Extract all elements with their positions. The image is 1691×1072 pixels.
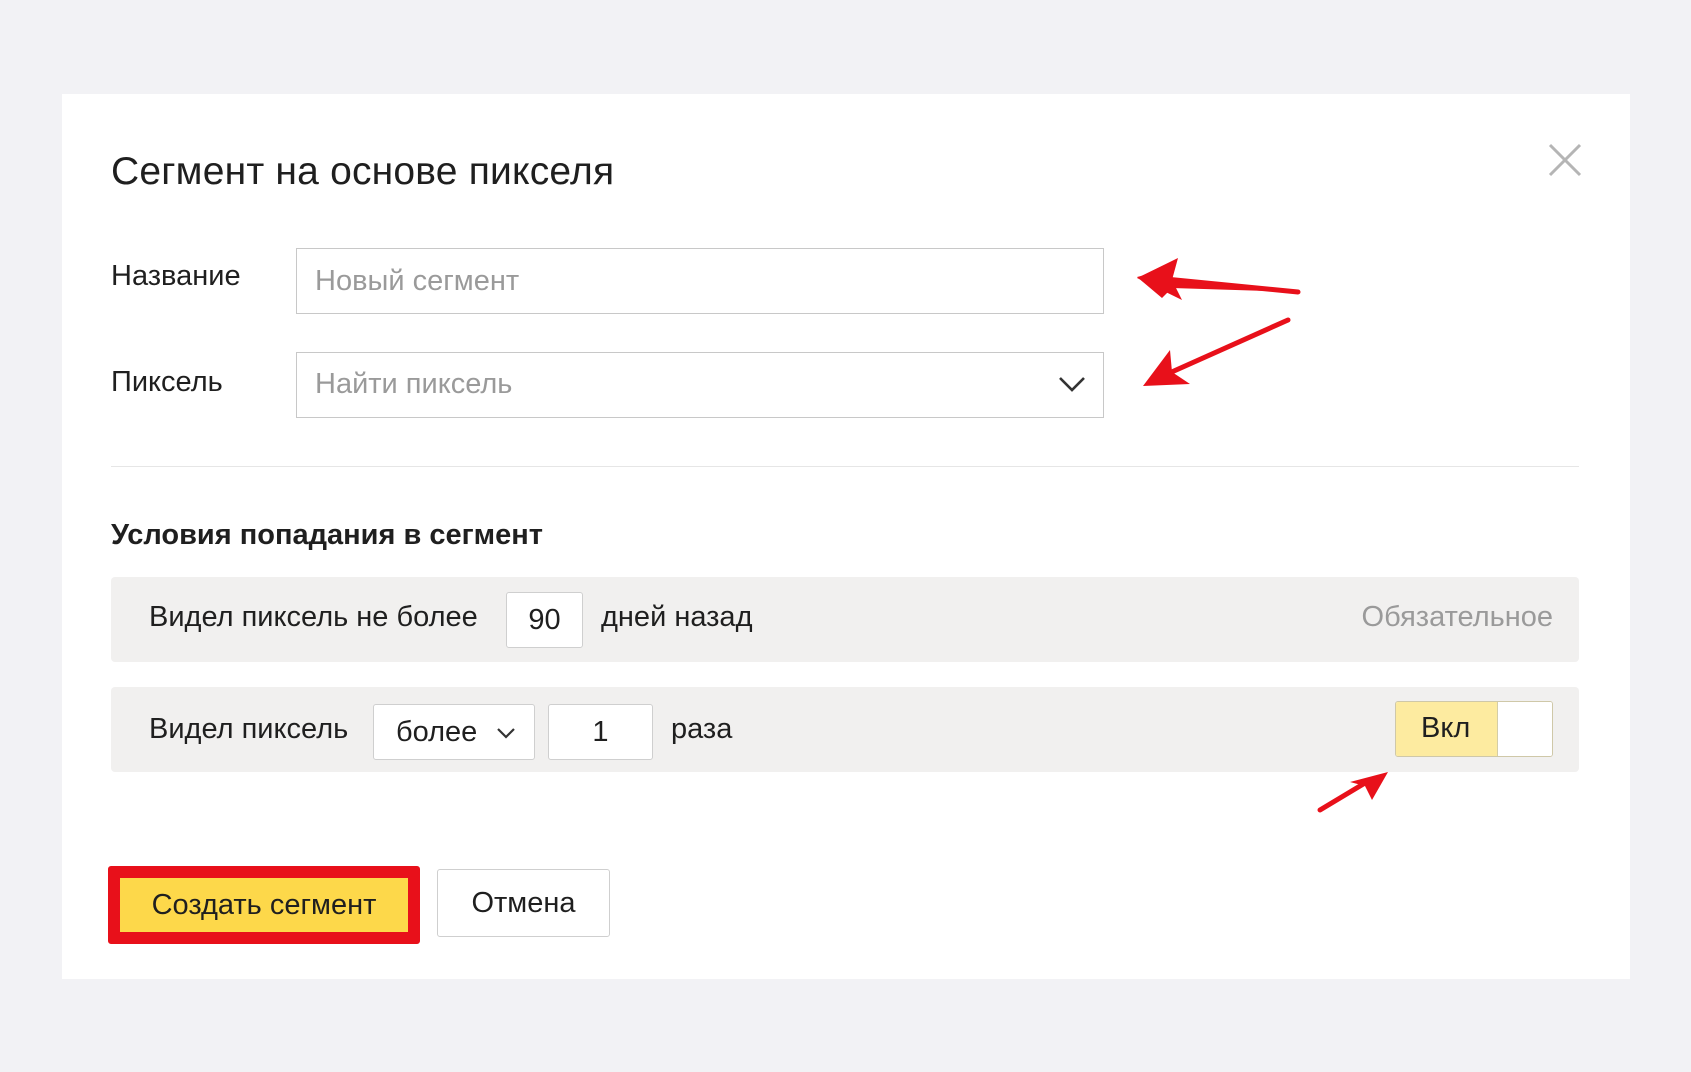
page: Сегмент на основе пикселя Название Пиксе… [0,0,1691,1072]
arrow-to-pixel-select [1143,317,1291,386]
arrow-to-name-input [1137,258,1301,300]
annotation-arrows [1137,258,1388,813]
arrow-to-toggle [1317,772,1388,813]
